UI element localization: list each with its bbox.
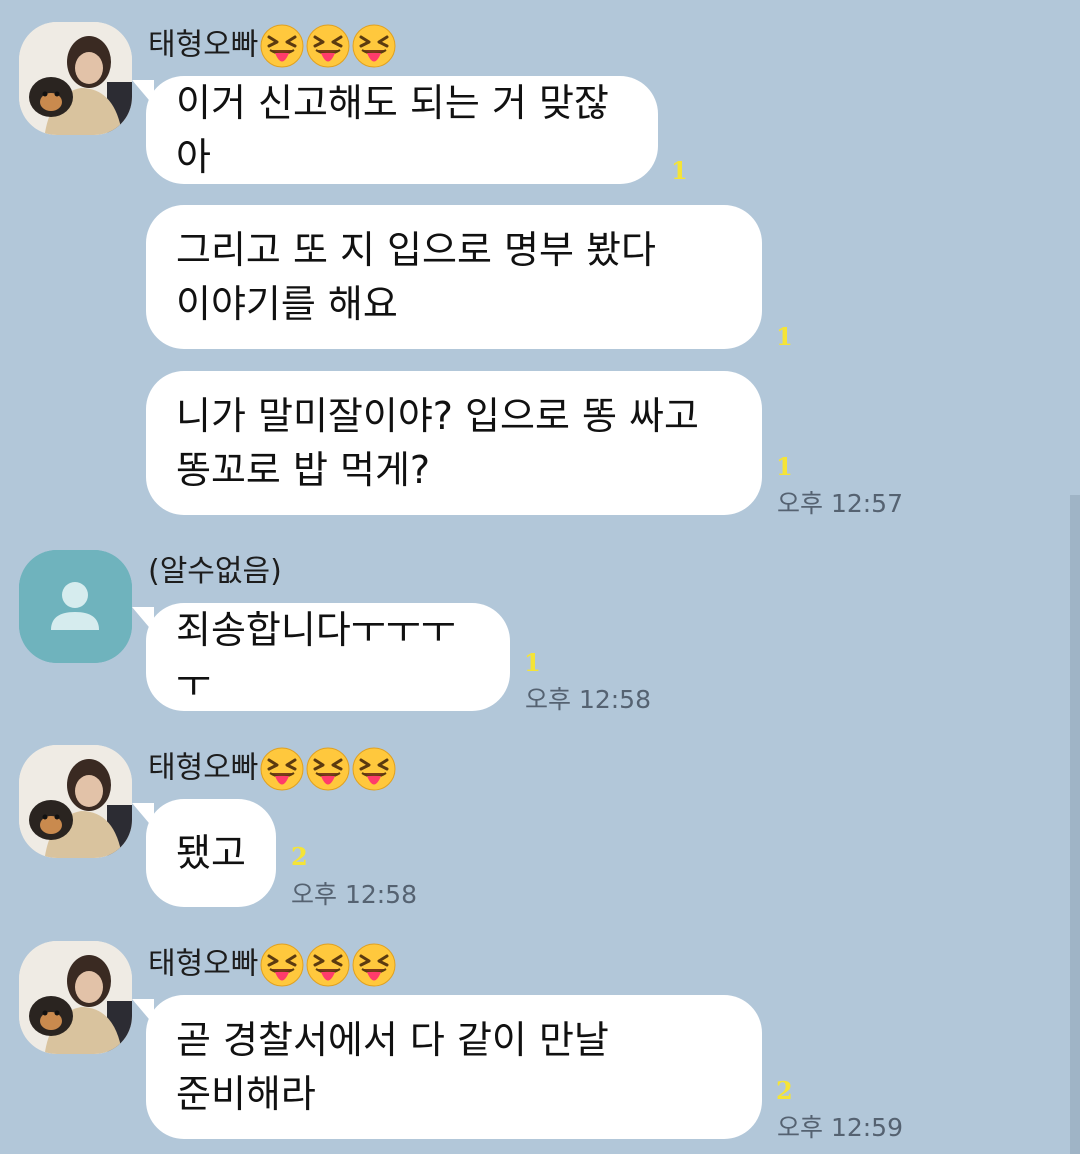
sender-name-text: 태형오빠	[148, 750, 259, 786]
squinting-face-with-tongue-icon	[306, 24, 351, 68]
squinting-face-with-tongue-icon	[306, 747, 351, 791]
profile-photo-icon	[19, 941, 132, 1054]
sender-name-text: 태형오빠	[148, 27, 259, 63]
bubble-tail	[132, 999, 154, 1025]
squinting-face-with-tongue-icon	[352, 943, 397, 987]
message-text: 됐고	[176, 831, 246, 875]
bubble-tail	[132, 607, 154, 633]
message-timestamp: 오후 12:58	[291, 880, 417, 909]
unread-count: 2	[776, 1076, 793, 1105]
sender-avatar[interactable]	[19, 745, 132, 858]
sender-name-text: 태형오빠	[148, 946, 259, 982]
message-text: 이거 신고해도 되는 거 맞잖아	[176, 81, 609, 179]
message-text: 준비해라	[176, 1072, 316, 1116]
bubble-tail	[132, 80, 154, 106]
profile-photo-icon	[19, 745, 132, 858]
default-profile-icon	[19, 550, 132, 663]
profile-photo-icon	[19, 22, 132, 135]
message-bubble[interactable]: 그리고 또 지 입으로 명부 봤다 이야기를 해요	[146, 205, 762, 349]
squinting-face-with-tongue-icon	[352, 24, 397, 68]
sender-avatar[interactable]	[19, 941, 132, 1054]
unread-count: 1	[671, 156, 688, 185]
scrollbar[interactable]	[1070, 495, 1080, 1154]
message-bubble[interactable]: 니가 말미잘이야? 입으로 똥 싸고 똥꼬로 밥 먹게?	[146, 371, 762, 515]
message-bubble[interactable]: 됐고	[132, 799, 276, 907]
bubble-tail	[132, 803, 154, 829]
unread-count: 1	[524, 648, 541, 677]
squinting-face-with-tongue-icon	[260, 943, 305, 987]
squinting-face-with-tongue-icon	[260, 24, 305, 68]
message-text: 곧 경찰서에서 다 같이 만날	[176, 1018, 609, 1062]
message-text: 니가 말미잘이야? 입으로 똥 싸고	[176, 394, 699, 438]
squinting-face-with-tongue-icon	[306, 943, 351, 987]
message-bubble[interactable]: 이거 신고해도 되는 거 맞잖아	[132, 76, 658, 184]
sender-name: (알수없음)	[148, 554, 282, 589]
sender-name: 태형오빠	[148, 943, 397, 987]
squinting-face-with-tongue-icon	[352, 747, 397, 791]
sender-avatar[interactable]	[19, 22, 132, 135]
sender-name: 태형오빠	[148, 747, 397, 791]
message-timestamp: 오후 12:58	[525, 685, 651, 714]
squinting-face-with-tongue-icon	[260, 747, 305, 791]
sender-name: 태형오빠	[148, 24, 397, 68]
unread-count: 1	[776, 452, 793, 481]
unread-count: 2	[291, 842, 308, 871]
message-text: 그리고 또 지 입으로 명부 봤다	[176, 228, 656, 272]
message-text: 이야기를 해요	[176, 282, 398, 326]
message-timestamp: 오후 12:59	[777, 1113, 903, 1142]
message-text: 죄송합니다ㅜㅜㅜㅜ	[176, 608, 456, 706]
message-bubble[interactable]: 곧 경찰서에서 다 같이 만날 준비해라	[132, 995, 762, 1139]
message-text: 똥꼬로 밥 먹게?	[176, 448, 431, 492]
message-bubble[interactable]: 죄송합니다ㅜㅜㅜㅜ	[132, 603, 510, 711]
sender-avatar[interactable]	[19, 550, 132, 663]
unread-count: 1	[776, 322, 793, 351]
message-timestamp: 오후 12:57	[777, 489, 903, 518]
